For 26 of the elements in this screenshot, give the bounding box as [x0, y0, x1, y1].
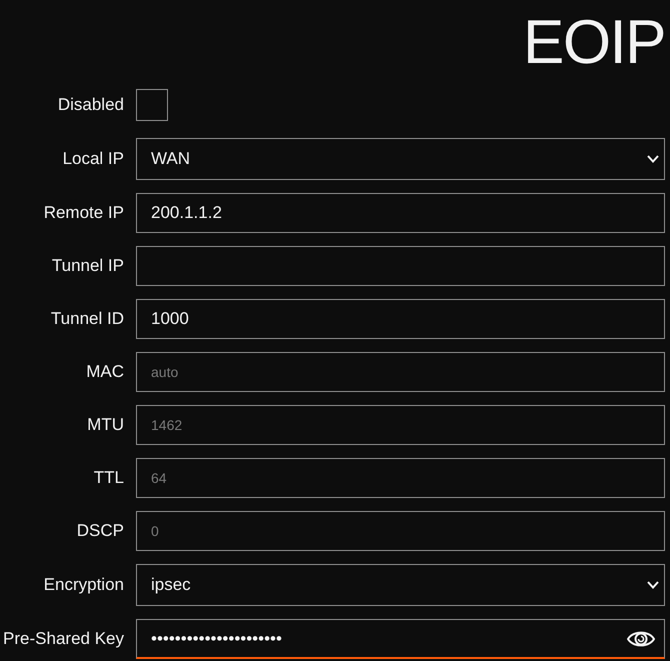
- field-label: Tunnel ID: [50, 309, 124, 329]
- text-field[interactable]: 1000: [136, 299, 665, 339]
- field-label: TTL: [94, 468, 124, 488]
- field-label: Local IP: [62, 149, 124, 169]
- text-field[interactable]: auto: [136, 352, 665, 392]
- field-label: MAC: [86, 362, 124, 382]
- text-field[interactable]: 1462: [136, 405, 665, 445]
- checkbox[interactable]: [136, 89, 168, 121]
- chevron-down-icon: [647, 155, 659, 163]
- field-label: Pre-Shared Key: [3, 629, 124, 649]
- page-title: EOIP: [523, 12, 665, 74]
- password-field[interactable]: ••••••••••••••••••••••: [136, 619, 665, 659]
- text-field[interactable]: 200.1.1.2: [136, 193, 665, 233]
- text-field[interactable]: [136, 246, 665, 286]
- dropdown[interactable]: WAN: [136, 138, 665, 180]
- text-field[interactable]: 64: [136, 458, 665, 498]
- eye-icon[interactable]: [627, 629, 655, 649]
- field-label: Disabled: [58, 95, 124, 115]
- field-label: MTU: [87, 415, 124, 435]
- field-label: Tunnel IP: [52, 256, 124, 276]
- text-field[interactable]: 0: [136, 511, 665, 551]
- dropdown[interactable]: ipsec: [136, 564, 665, 606]
- field-label: Remote IP: [44, 203, 124, 223]
- field-label: Encryption: [44, 575, 124, 595]
- field-label: DSCP: [76, 521, 124, 541]
- chevron-down-icon: [647, 581, 659, 589]
